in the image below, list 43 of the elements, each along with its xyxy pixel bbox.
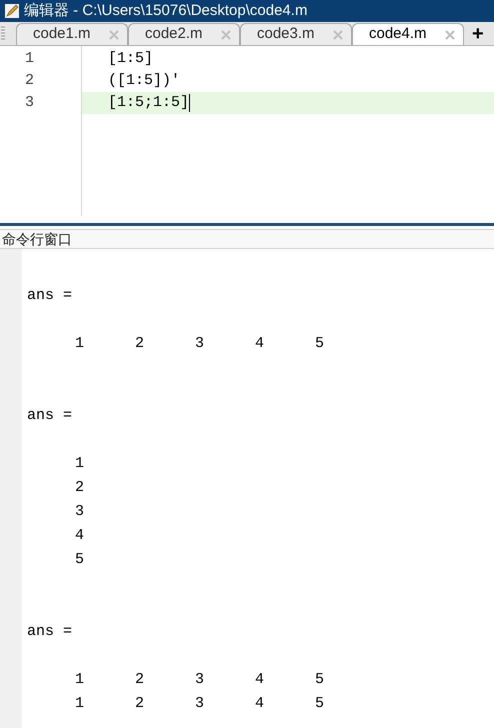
- matrix-value: 1: [75, 670, 86, 690]
- matrix-value: 3: [195, 694, 206, 714]
- new-tab-button[interactable]: +: [464, 23, 492, 45]
- matrix-value: 2: [135, 670, 146, 690]
- matrix-value: 2: [135, 694, 146, 714]
- matrix-value: 4: [255, 694, 266, 714]
- matrix-value: 5: [315, 694, 326, 714]
- window-title: 编辑器 - C:\Users\15076\Desktop\code4.m: [24, 0, 308, 21]
- editor-tab[interactable]: code2.m: [128, 23, 240, 45]
- close-icon[interactable]: [333, 30, 343, 40]
- output-text: ans =: [27, 622, 72, 642]
- matrix-value: 1: [75, 454, 86, 474]
- matrix-value: 4: [75, 526, 86, 546]
- matrix-value: 1: [75, 694, 86, 714]
- matrix-value: 3: [195, 670, 206, 690]
- close-icon[interactable]: [445, 30, 455, 40]
- matrix-value: 2: [75, 478, 86, 498]
- text-cursor: [189, 94, 190, 112]
- line-number: 2: [25, 70, 34, 91]
- close-icon[interactable]: [109, 30, 119, 40]
- matrix-value: 3: [195, 334, 206, 354]
- grip-icon: [0, 25, 6, 41]
- matrix-value: 4: [255, 670, 266, 690]
- line-number: 3: [25, 92, 34, 113]
- editor-tab[interactable]: code1.m: [16, 23, 128, 45]
- line-number: 1: [25, 48, 34, 69]
- output-text: ans =: [27, 286, 72, 306]
- code-line: ([1:5])': [108, 70, 180, 91]
- matrix-value: 4: [255, 334, 266, 354]
- editor-tab[interactable]: code4.m: [352, 23, 464, 45]
- matrix-value: 5: [75, 550, 86, 570]
- close-icon[interactable]: [221, 30, 231, 40]
- panel-title: 命令行窗口: [1, 230, 72, 248]
- editor-tab[interactable]: code3.m: [240, 23, 352, 45]
- output-text: ans =: [27, 406, 72, 426]
- matrix-value: 3: [75, 502, 86, 522]
- code-line: [1:5;1:5]: [108, 92, 190, 113]
- code-line: [1:5]: [108, 48, 154, 69]
- pencil-icon: [4, 3, 20, 19]
- matrix-value: 1: [75, 334, 86, 354]
- matrix-value: 5: [315, 334, 326, 354]
- matrix-value: 2: [135, 334, 146, 354]
- matrix-value: 5: [315, 670, 326, 690]
